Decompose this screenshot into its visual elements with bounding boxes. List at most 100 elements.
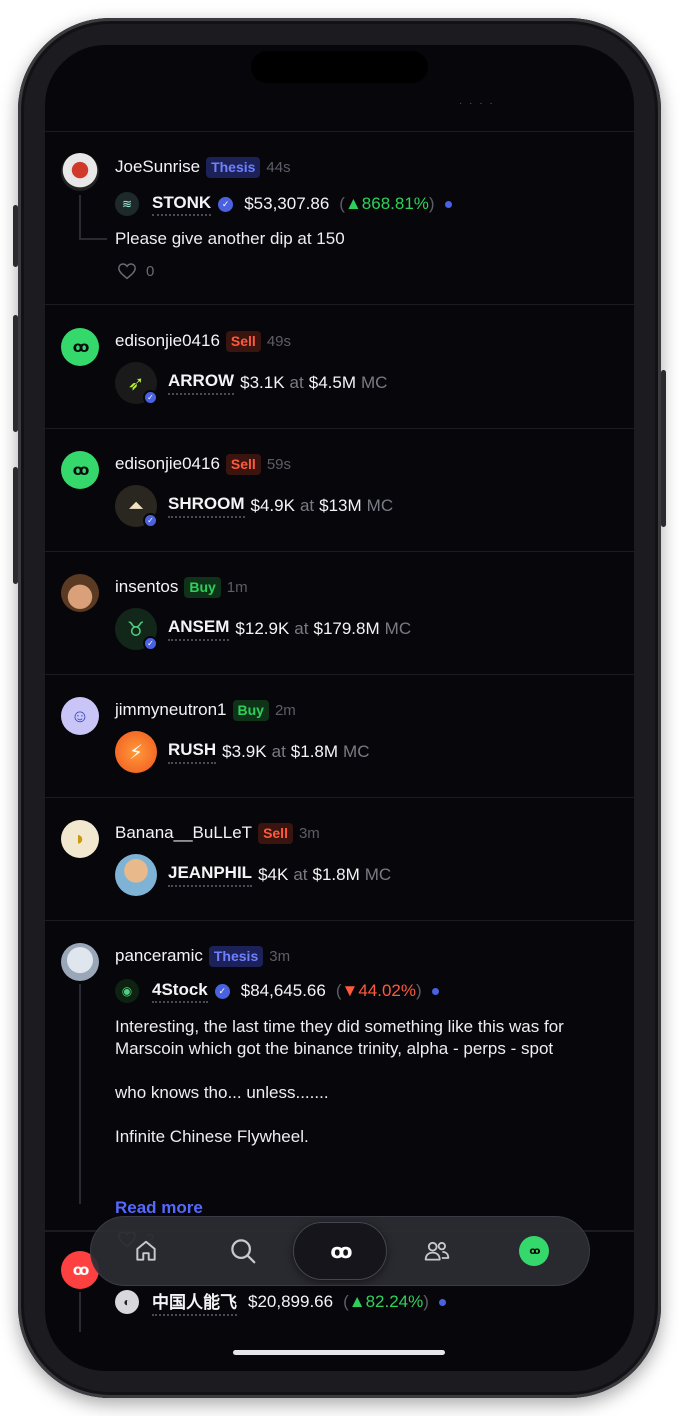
avatar[interactable] [61, 574, 99, 612]
app-logo-icon[interactable]: ꝏ [330, 1239, 352, 1264]
like-button[interactable]: 0 [117, 262, 154, 280]
4stock-token-icon: ◉ [115, 979, 139, 1003]
token-symbol[interactable]: ARROW [168, 371, 235, 395]
nav-home[interactable] [99, 1222, 193, 1280]
token-symbol[interactable]: JEANPHIL [168, 863, 253, 887]
avatar[interactable]: ☺ [61, 697, 99, 735]
action-button [13, 205, 18, 267]
ticker-row[interactable]: ◐ 中国人能飞 $20,899.66 (▲82.24%) [115, 1288, 446, 1316]
feed-item[interactable]: ꝏ edisonjie0416 Sell 49s ➶ ✓ ARROW $3.1K … [45, 306, 634, 429]
thread-line [79, 984, 81, 1204]
trade-row[interactable]: ➶ ✓ ARROW $3.1K at $4.5M MC [115, 361, 387, 405]
ticker-symbol[interactable]: STONK [152, 193, 212, 216]
mc-label: MC [366, 496, 394, 515]
like-count: 0 [146, 262, 155, 280]
nav-profile[interactable]: ꝏ [487, 1222, 581, 1280]
verified-icon: ✓ [143, 513, 158, 528]
up-arrow-icon: ▲ [348, 1292, 366, 1311]
change-value: 82.24% [365, 1292, 424, 1311]
buy-badge: Buy [232, 699, 269, 721]
nav-friends[interactable] [390, 1222, 484, 1280]
username[interactable]: panceramic [115, 946, 203, 966]
market-cap: $13M [319, 496, 362, 515]
token-symbol[interactable]: ANSEM [168, 617, 230, 641]
change-value: 868.81% [361, 194, 429, 213]
timestamp: 49s [266, 332, 292, 350]
token-symbol[interactable]: RUSH [168, 740, 217, 764]
username[interactable]: edisonjie0416 [115, 331, 220, 351]
trade-amount: $3.9K [222, 742, 267, 761]
power-button [661, 370, 666, 527]
market-cap: $1.8M [290, 742, 339, 761]
ticker-symbol[interactable]: 4Stock [152, 980, 208, 1003]
timestamp: 44s [266, 158, 291, 176]
timestamp: 3m [298, 824, 320, 842]
thesis-badge: Thesis [206, 156, 261, 178]
nav-search[interactable] [196, 1222, 290, 1280]
change-value: 44.02% [358, 981, 417, 1000]
feed-item[interactable]: insentos Buy 1m ♉ ✓ ANSEM $12.9K at $179.… [45, 552, 634, 675]
trade-row[interactable]: ⚡ RUSH $3.9K at $1.8M MC [115, 730, 370, 774]
search-icon[interactable] [228, 1236, 258, 1266]
sell-badge: Sell [225, 330, 261, 352]
arrow-token-icon: ➶ ✓ [115, 362, 158, 405]
username[interactable]: Banana__BuLLeT [115, 823, 252, 843]
timestamp: 59s [266, 455, 292, 473]
timestamp: 2m [274, 701, 296, 719]
feed-item[interactable]: ◗ Banana__BuLLeT Sell 3m JEANPHIL $4K at… [45, 798, 634, 921]
at-label: at [289, 373, 304, 392]
read-more-link[interactable]: Read more [115, 1198, 203, 1218]
nav-feed[interactable]: ꝏ [292, 1222, 387, 1280]
profile-avatar[interactable]: ꝏ [519, 1236, 550, 1266]
at-label: at [294, 619, 309, 638]
profile-glyph-icon: ꝏ [529, 1245, 540, 1257]
mc-label: MC [364, 865, 392, 884]
heart-icon[interactable] [117, 262, 137, 280]
live-dot-icon [444, 200, 452, 208]
feed-item[interactable]: panceramic Thesis 3m ◉ 4Stock ✓ $84,645.… [45, 921, 634, 1248]
ticker-symbol[interactable]: 中国人能飞 [152, 1288, 237, 1316]
home-icon[interactable] [133, 1238, 159, 1264]
ticker-price: $53,307.86 [244, 194, 330, 213]
live-dot-icon [431, 987, 439, 995]
ticker-change: (▼44.02%) [335, 981, 422, 1000]
username[interactable]: JoeSunrise [115, 157, 200, 177]
feed-item[interactable]: ꝏ edisonjie0416 Sell 59s ⏶ ✓ SHROOM $4.9K… [45, 429, 634, 552]
trade-row[interactable]: JEANPHIL $4K at $1.8M MC [115, 853, 391, 897]
username[interactable]: edisonjie0416 [115, 454, 220, 474]
avatar[interactable]: ◗ [61, 820, 99, 858]
ticker-row[interactable]: ≋ STONK ✓ $53,307.86 (▲868.81%) [115, 191, 452, 217]
home-indicator[interactable] [233, 1350, 445, 1355]
volume-up-button [13, 315, 18, 432]
avatar[interactable]: ꝏ [61, 451, 99, 489]
mc-label: MC [384, 619, 412, 638]
trade-amount: $4.9K [250, 496, 295, 515]
trade-row[interactable]: ⏶ ✓ SHROOM $4.9K at $13M MC [115, 484, 393, 528]
trade-row[interactable]: ♉ ✓ ANSEM $12.9K at $179.8M MC [115, 607, 411, 651]
thread-elbow [79, 238, 107, 240]
down-arrow-icon: ▼ [341, 981, 359, 1000]
at-label: at [293, 865, 308, 884]
market-cap: $1.8M [312, 865, 360, 884]
market-cap: $4.5M [308, 373, 356, 392]
friends-icon[interactable] [423, 1238, 451, 1264]
jeanphil-token-icon [115, 854, 157, 896]
feed-item[interactable]: JoeSunrise Thesis 44s ≋ STONK ✓ $53,307.… [45, 132, 634, 305]
at-label: at [271, 742, 286, 761]
feed-item[interactable]: ☺ jimmyneutron1 Buy 2m ⚡ RUSH $3.9K at $… [45, 675, 634, 798]
username[interactable]: insentos [115, 577, 178, 597]
bottom-nav: ꝏ ꝏ [90, 1216, 590, 1286]
avatar[interactable] [61, 943, 99, 981]
page-dots: · · · · [459, 98, 495, 109]
timestamp: 1m [226, 578, 248, 596]
ticker-row[interactable]: ◉ 4Stock ✓ $84,645.66 (▼44.02%) [115, 978, 439, 1004]
username[interactable]: jimmyneutron1 [115, 700, 227, 720]
verified-icon: ✓ [214, 983, 230, 999]
avatar[interactable]: ꝏ [61, 328, 99, 366]
token-symbol[interactable]: SHROOM [168, 494, 245, 518]
sell-badge: Sell [258, 822, 293, 844]
ticker-price: $84,645.66 [240, 981, 326, 1000]
avatar[interactable] [61, 153, 99, 191]
thread-line [79, 1292, 81, 1332]
live-dot-icon [438, 1298, 446, 1306]
